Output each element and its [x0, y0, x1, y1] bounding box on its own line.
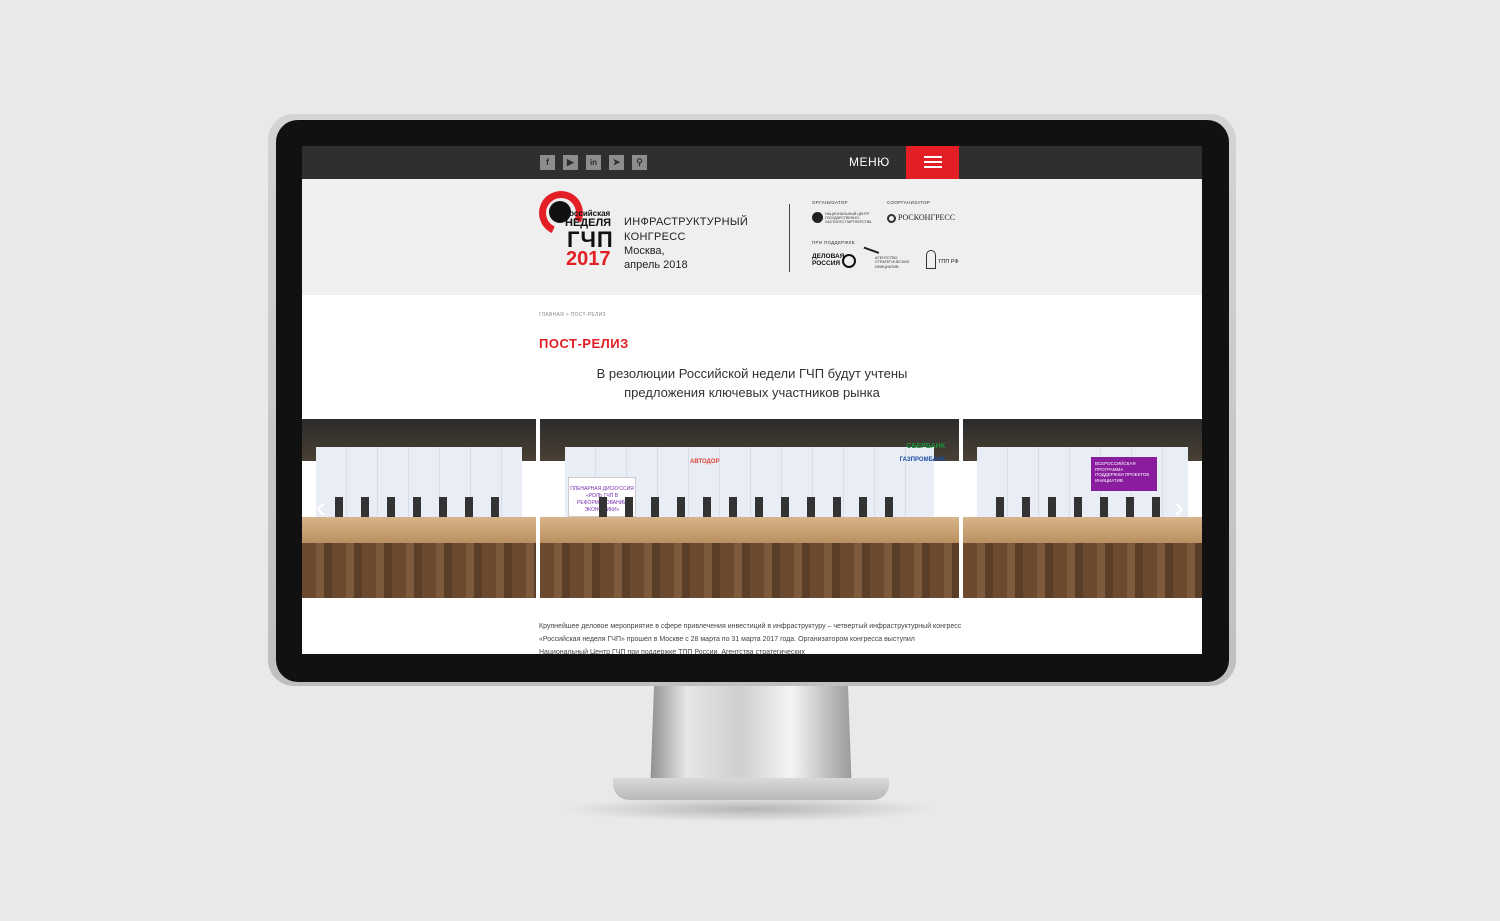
hamburger-line [924, 166, 942, 168]
gallery-photo-active[interactable]: СБЕРБАНК ГАЗПРОМБАНК АВТОДОР ПЛЕНАРНАЯ Д… [540, 419, 959, 598]
congress-date: апрель 2018 [624, 259, 688, 271]
search-icon[interactable]: ⚲ [632, 155, 647, 170]
presentation-slide: ВСЕРОССИЙСКАЯ ПРОГРАММА ПОДДЕРЖКИ ПРОЕКТ… [1091, 457, 1157, 491]
site-header: Российская НЕДЕЛЯ ГЧП 2017 ИНФРАСТРУКТУР… [302, 179, 1202, 295]
photo-gallery: СБЕРБАНК ГАЗПРОМБАНК АВТОДОР ПЛЕНАРНАЯ Д… [302, 419, 1202, 598]
logo-year: 2017 [566, 248, 611, 270]
gallery-photo[interactable]: ВСЕРОССИЙСКАЯ ПРОГРАММА ПОДДЕРЖКИ ПРОЕКТ… [963, 419, 1202, 598]
organizer-name[interactable]: НАЦИОНАЛЬНЫЙ ЦЕНТР ГОСУДАРСТВЕННО-ЧАСТНО… [825, 212, 877, 225]
menu-button[interactable] [906, 146, 959, 179]
organizer-logo-icon [812, 212, 823, 223]
sponsor-gazprombank: ГАЗПРОМБАНК [899, 457, 945, 463]
photo-audience [540, 543, 959, 598]
support-tpp[interactable]: ТПП РФ [938, 259, 959, 265]
sponsor-avtodor: АВТОДОР [690, 459, 720, 465]
hamburger-line [924, 161, 942, 163]
delovaya-rossiya-icon [842, 254, 856, 268]
monitor-stand-base [613, 778, 889, 800]
tpp-icon [926, 250, 936, 269]
breadcrumb[interactable]: ГЛАВНАЯ > ПОСТ-РЕЛИЗ [539, 312, 606, 318]
photo-stage [540, 517, 959, 545]
support-asi[interactable]: АГЕНТСТВО СТРАТЕГИЧЕСКИХ ИНИЦИАТИВ [875, 256, 915, 269]
linkedin-icon[interactable]: in [586, 155, 601, 170]
photo-audience [963, 543, 1202, 598]
header-divider [789, 204, 790, 272]
menu-label[interactable]: МЕНЮ [849, 155, 890, 169]
event-logo[interactable]: Российская НЕДЕЛЯ ГЧП 2017 [532, 184, 613, 275]
support-label: ПРИ ПОДДЕРЖКЕ [812, 240, 856, 245]
lead-line2: предложения ключевых участников рынка [624, 385, 880, 400]
youtube-icon[interactable]: ▶ [563, 155, 578, 170]
photo-stage [302, 517, 536, 545]
congress-city: Москва, [624, 245, 665, 257]
top-navigation-bar: f ▶ in ➤ ⚲ МЕНЮ [302, 146, 1202, 179]
photo-audience [302, 543, 536, 598]
gallery-next-arrow-icon[interactable]: › [1168, 489, 1190, 527]
gallery-prev-arrow-icon[interactable]: ‹ [310, 489, 332, 527]
congress-title-line2: КОНГРЕСС [624, 231, 686, 243]
lead-line1: В резолюции Российской недели ГЧП будут … [596, 366, 908, 381]
roscongress-icon [887, 214, 896, 223]
telegram-icon[interactable]: ➤ [609, 155, 624, 170]
page-title: ПОСТ-РЕЛИЗ [539, 336, 629, 351]
website-screen: f ▶ in ➤ ⚲ МЕНЮ Российская НЕДЕЛЯ ГЧП 20… [302, 146, 1202, 654]
congress-title-line1: ИНФРАСТРУКТУРНЫЙ [624, 216, 749, 228]
organizer-label: ОРГАНИЗАТОР [812, 200, 848, 205]
gallery-photo[interactable] [302, 419, 536, 598]
article-body: Крупнейшее деловое мероприятие в сфере п… [539, 623, 962, 654]
coorganizer-label: СООРГАНИЗАТОР [887, 200, 931, 205]
coorganizer-name[interactable]: РОСКОНГРЕСС [898, 213, 955, 222]
photo-stage [963, 517, 1202, 545]
sponsor-sberbank: СБЕРБАНК [906, 443, 945, 450]
facebook-icon[interactable]: f [540, 155, 555, 170]
hamburger-icon [924, 156, 942, 158]
